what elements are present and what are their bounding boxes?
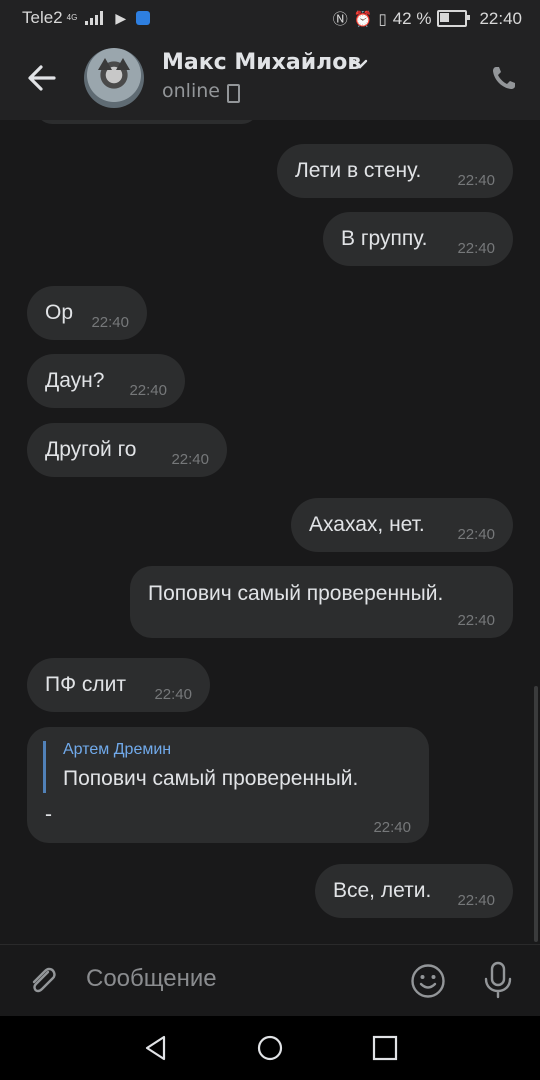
reply-quoted-text: Попович самый проверенный. [63, 767, 359, 790]
contact-name[interactable]: Макс Михайлов [162, 50, 361, 75]
message-time: 22:40 [129, 382, 167, 399]
alarm-icon: ⏰ [353, 10, 373, 28]
battery-icon [437, 10, 471, 27]
reply-quote-bar [43, 741, 46, 793]
chat-header: Макс Михайлов online [0, 36, 540, 120]
message-composer: Сообщение [0, 944, 540, 1017]
message-time: 22:40 [457, 240, 495, 257]
message-input[interactable]: Сообщение [86, 965, 217, 993]
nfc-icon: Ⓝ [332, 11, 348, 28]
message-bubble-reply[interactable]: Артем Дремин Попович самый проверенный. … [27, 727, 429, 843]
message-bubble-outgoing[interactable]: Все, лети. 22:40 [315, 864, 513, 918]
message-bubble-partial [36, 120, 258, 124]
microphone-icon[interactable] [482, 961, 514, 999]
message-text: - [45, 803, 52, 826]
message-text: Даун? [45, 369, 105, 392]
triangle-back-icon[interactable] [142, 1034, 170, 1062]
message-bubble-incoming[interactable]: Даун? 22:40 [27, 354, 185, 408]
message-time: 22:40 [171, 451, 209, 468]
message-text: Лети в стену. [295, 159, 422, 182]
message-text: Попович самый проверенный. [148, 582, 444, 605]
message-text: ПФ слит [45, 673, 126, 696]
reply-author[interactable]: Артем Дремин [63, 741, 171, 759]
message-time: 22:40 [154, 686, 192, 703]
mobile-device-icon [227, 84, 240, 103]
message-text: В группу. [341, 227, 428, 250]
message-time: 22:40 [457, 172, 495, 189]
message-bubble-outgoing[interactable]: Попович самый проверенный. 22:40 [130, 566, 513, 638]
carrier-name: Tele2 [22, 8, 63, 27]
clock: 22:40 [479, 8, 522, 28]
message-bubble-incoming[interactable]: Другой го 22:40 [27, 423, 227, 477]
message-bubble-incoming[interactable]: Ор 22:40 [27, 286, 147, 340]
arrow-left-icon[interactable] [22, 58, 62, 98]
message-text: Ор [45, 301, 74, 324]
avatar[interactable] [84, 48, 144, 108]
message-time: 22:40 [91, 314, 129, 331]
paperclip-icon[interactable] [26, 963, 60, 997]
message-list[interactable]: Лети в стену. 22:40 В группу. 22:40 Ор 2… [0, 120, 540, 944]
signal-icon [85, 11, 104, 25]
status-bar: Tele2 4G ▶ Ⓝ ⏰ ▯ 42 % 22:40 [0, 0, 540, 36]
message-text: Другой го [45, 438, 137, 461]
message-text: Все, лети. [333, 879, 432, 902]
smile-icon[interactable] [410, 963, 446, 999]
message-bubble-outgoing[interactable]: Лети в стену. 22:40 [277, 144, 513, 198]
message-time: 22:40 [457, 612, 495, 629]
circle-home-icon[interactable] [256, 1034, 284, 1062]
message-bubble-incoming[interactable]: ПФ слит 22:40 [27, 658, 210, 712]
presence-status: online [162, 80, 220, 102]
message-time: 22:40 [373, 819, 411, 836]
system-navigation-bar [0, 1016, 540, 1080]
message-time: 22:40 [457, 892, 495, 909]
scrollbar[interactable] [534, 686, 538, 942]
network-type: 4G [66, 13, 78, 22]
play-icon: ▶ [115, 9, 127, 26]
battery-percent: 42 % [392, 8, 432, 28]
phone-icon[interactable] [490, 64, 518, 92]
chevron-down-icon[interactable] [352, 58, 368, 70]
vibrate-icon: ▯ [378, 10, 387, 28]
shield-icon [136, 11, 151, 25]
message-text: Ахахах, нет. [309, 513, 425, 536]
message-bubble-outgoing[interactable]: Ахахах, нет. 22:40 [291, 498, 513, 552]
message-bubble-outgoing[interactable]: В группу. 22:40 [323, 212, 513, 266]
square-recents-icon[interactable] [371, 1034, 399, 1062]
message-time: 22:40 [457, 526, 495, 543]
